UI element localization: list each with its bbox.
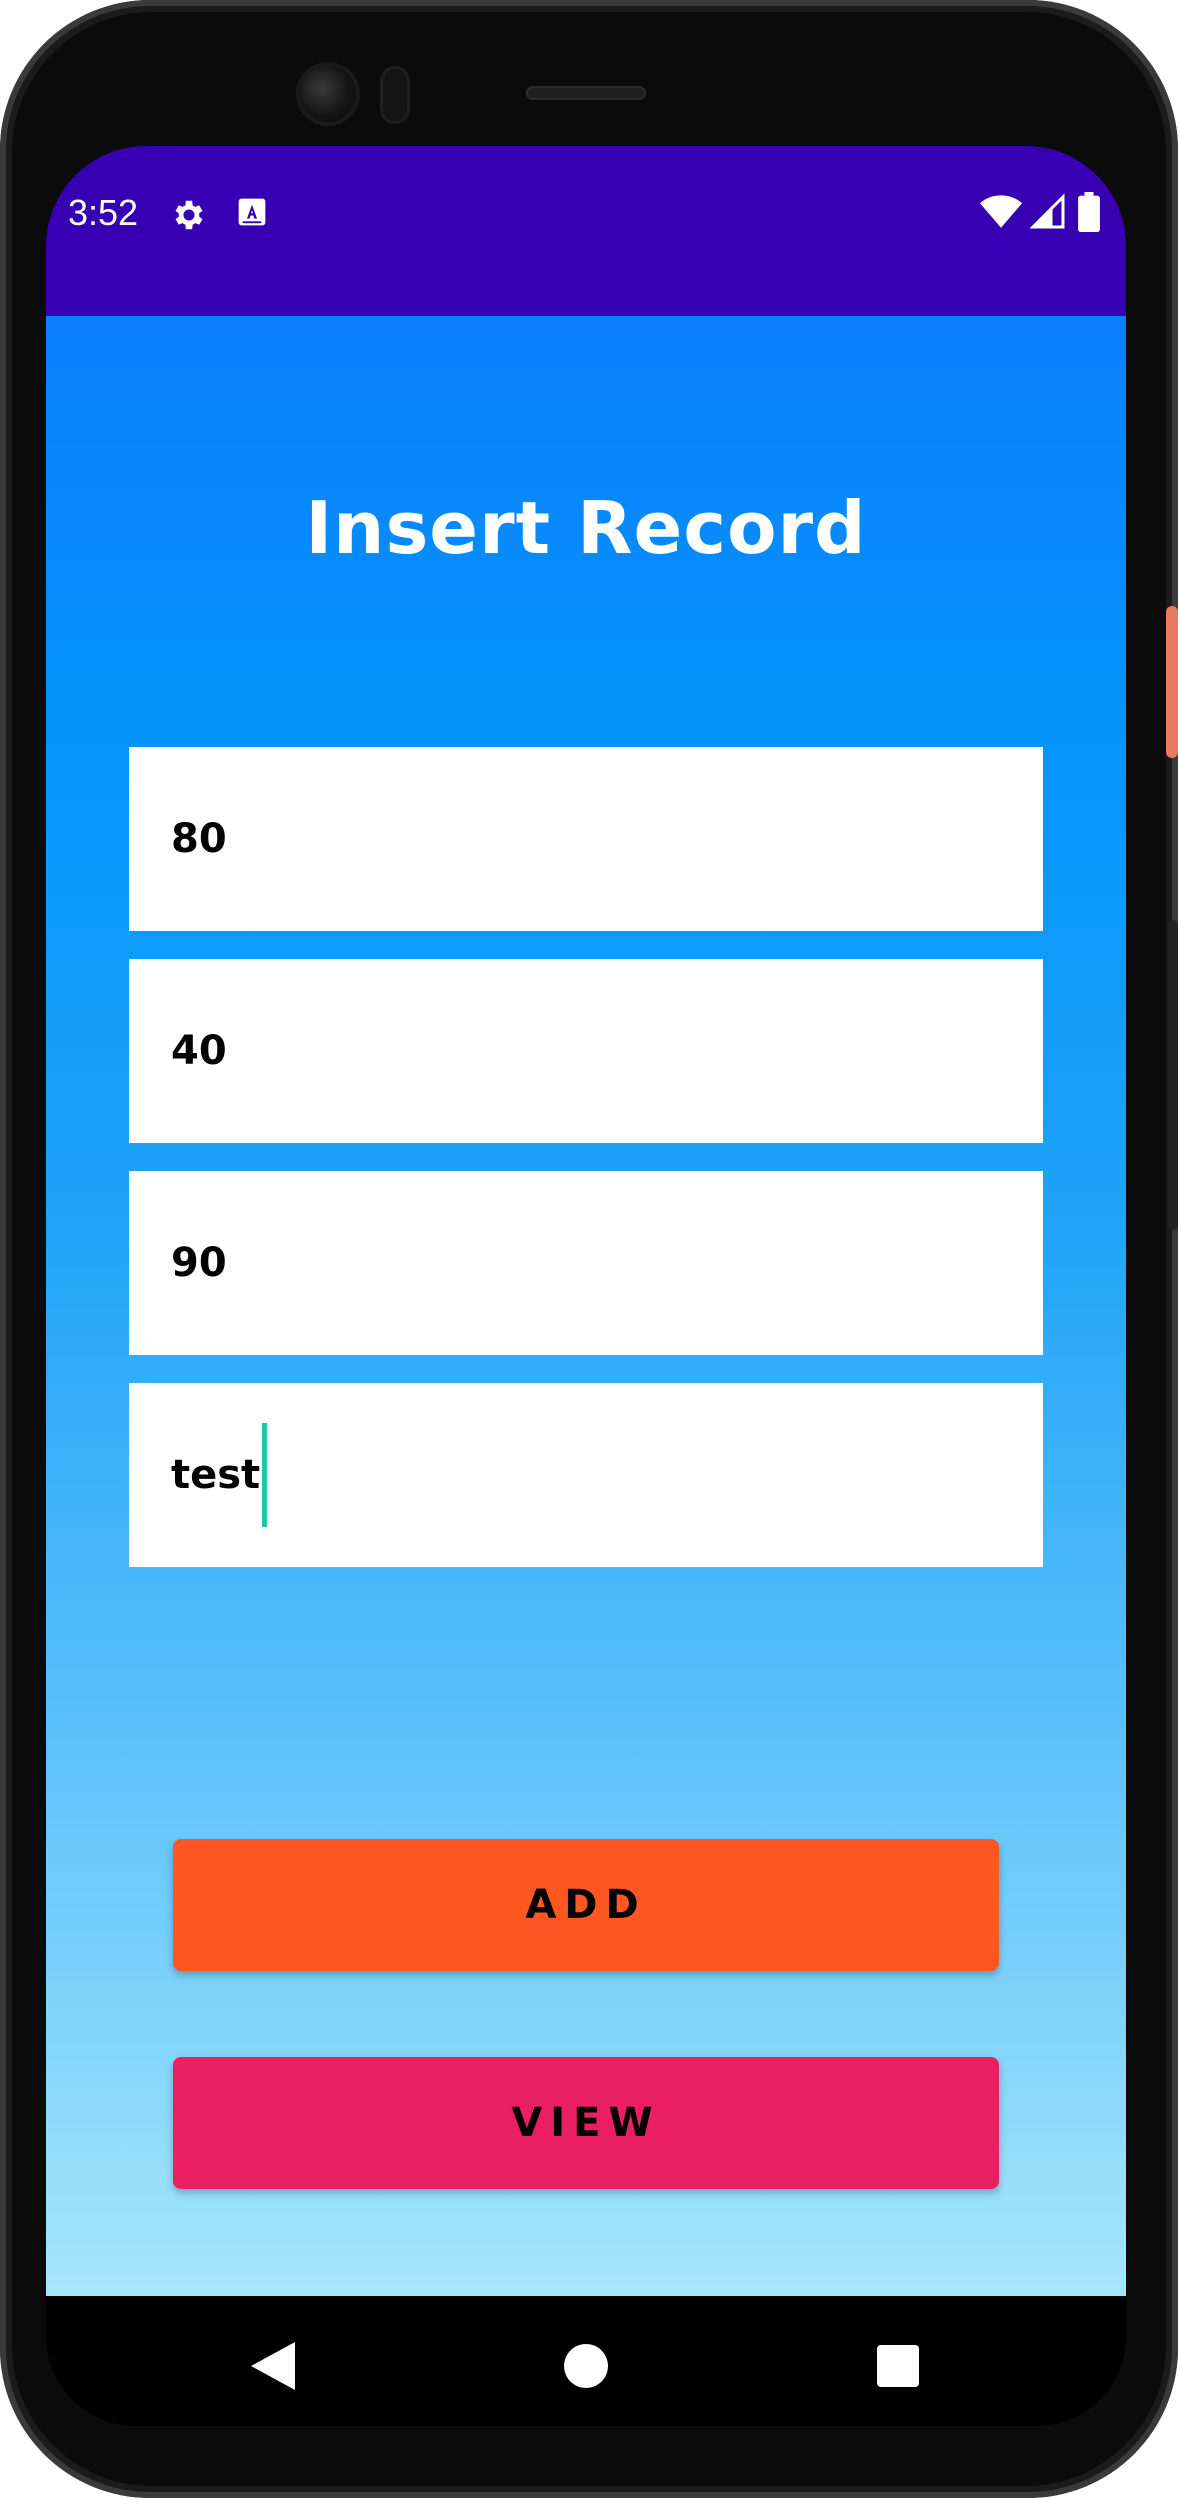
screen: 3:52 Insert Record 80 40 90 test ADD VIE… xyxy=(46,146,1126,2426)
app-content: Insert Record 80 40 90 test ADD VIEW xyxy=(46,316,1126,2296)
gear-icon xyxy=(170,196,208,234)
input-field-3-value: 90 xyxy=(171,1240,227,1286)
status-time: 3:52 xyxy=(68,192,139,233)
home-icon[interactable] xyxy=(546,2326,626,2406)
navigation-bar xyxy=(46,2296,1126,2426)
input-field-2[interactable]: 40 xyxy=(129,959,1043,1143)
recents-icon[interactable] xyxy=(858,2326,938,2406)
power-button xyxy=(1166,606,1178,758)
text-a-icon xyxy=(236,196,268,228)
add-button[interactable]: ADD xyxy=(173,1839,999,1971)
input-field-4[interactable]: test xyxy=(129,1383,1043,1567)
signal-icon xyxy=(1030,194,1066,230)
view-button[interactable]: VIEW xyxy=(173,2057,999,2189)
phone-frame: 3:52 Insert Record 80 40 90 test ADD VIE… xyxy=(0,0,1178,2498)
input-field-3[interactable]: 90 xyxy=(129,1171,1043,1355)
battery-icon xyxy=(1078,192,1100,232)
status-bar: 3:52 xyxy=(46,146,1126,316)
volume-button xyxy=(1168,920,1178,1230)
text-cursor xyxy=(262,1423,268,1527)
back-icon[interactable] xyxy=(233,2326,313,2406)
input-field-1[interactable]: 80 xyxy=(129,747,1043,931)
page-title: Insert Record xyxy=(305,486,867,570)
front-camera xyxy=(300,66,356,122)
earpiece-speaker xyxy=(526,86,646,100)
input-field-1-value: 80 xyxy=(171,816,227,862)
wifi-icon xyxy=(980,194,1022,230)
proximity-sensor xyxy=(380,66,410,124)
input-field-2-value: 40 xyxy=(171,1028,227,1074)
input-field-4-value: test xyxy=(171,1452,261,1498)
